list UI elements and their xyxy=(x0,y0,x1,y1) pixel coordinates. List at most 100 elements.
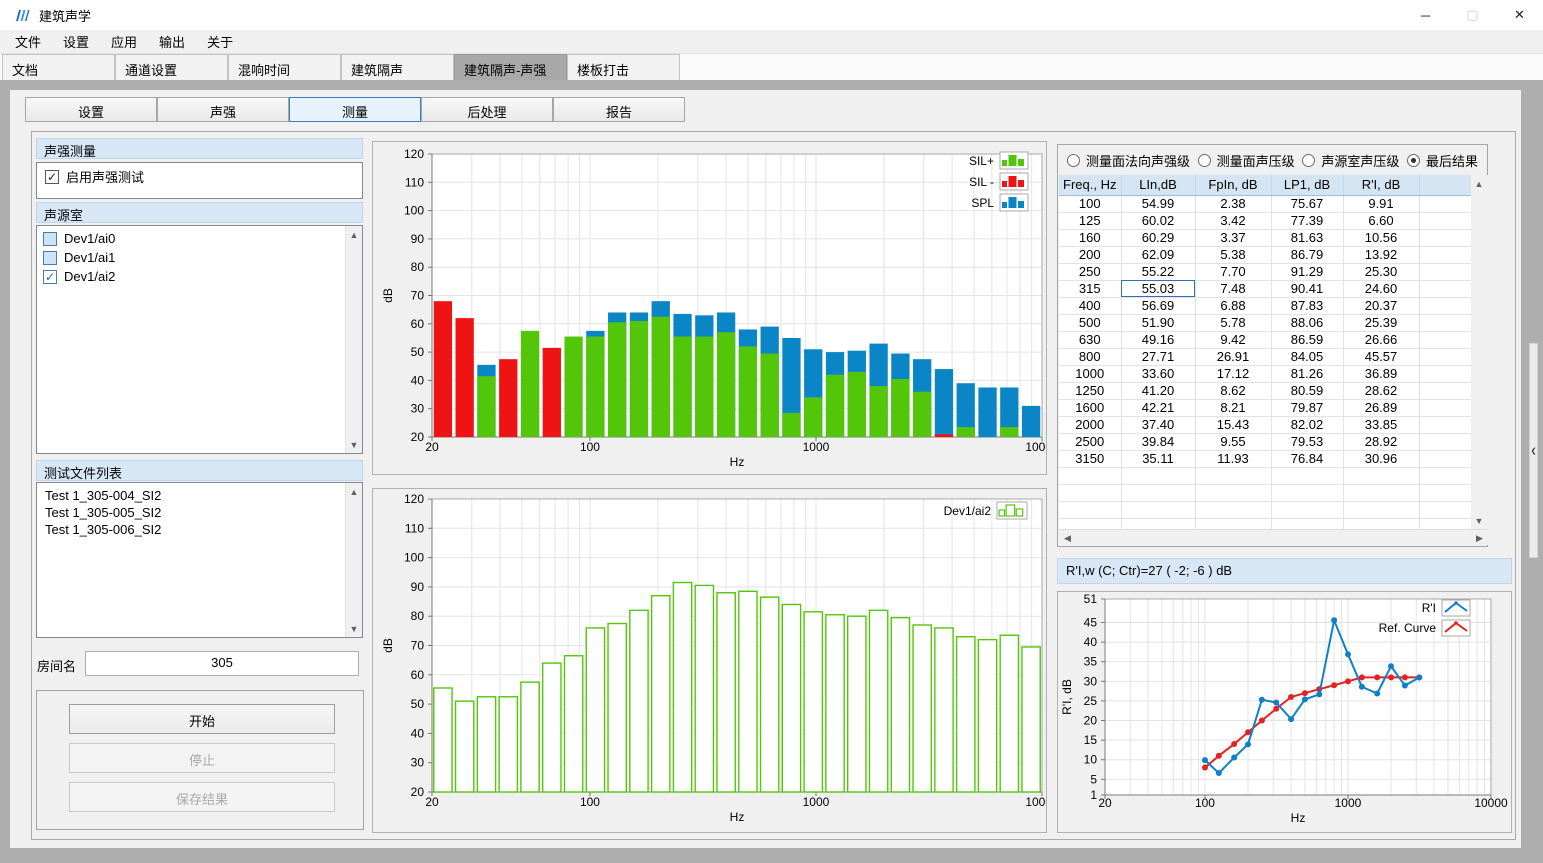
table-cell[interactable]: 77.39 xyxy=(1271,212,1343,229)
table-cell[interactable]: 27.71 xyxy=(1121,348,1195,365)
table-cell[interactable]: 8.21 xyxy=(1195,399,1271,416)
table-cell[interactable] xyxy=(1419,297,1471,314)
table-cell[interactable] xyxy=(1419,263,1471,280)
scroll-right-icon[interactable]: ▶ xyxy=(1471,530,1488,546)
table-cell[interactable]: 81.26 xyxy=(1271,365,1343,382)
table-cell[interactable]: 51.90 xyxy=(1121,314,1195,331)
radio-icon[interactable] xyxy=(1067,154,1080,167)
scroll-down-icon[interactable]: ▼ xyxy=(346,620,362,637)
table-cell[interactable]: 35.11 xyxy=(1121,450,1195,467)
table-cell[interactable]: 25.39 xyxy=(1343,314,1419,331)
table-cell[interactable]: 6.60 xyxy=(1343,212,1419,229)
table-cell[interactable]: 90.41 xyxy=(1271,280,1343,297)
table-cell[interactable]: 26.91 xyxy=(1195,348,1271,365)
table-cell[interactable]: 54.99 xyxy=(1121,195,1195,212)
table-cell[interactable]: 630 xyxy=(1059,331,1121,348)
table-cell[interactable]: 400 xyxy=(1059,297,1121,314)
table-cell[interactable]: 62.09 xyxy=(1121,246,1195,263)
tab-4[interactable]: 建筑隔声-声强 xyxy=(454,54,567,80)
tab-0[interactable]: 文档 xyxy=(2,54,115,80)
close-icon[interactable]: ✕ xyxy=(1496,0,1543,30)
table-cell[interactable]: 10.56 xyxy=(1343,229,1419,246)
table-cell[interactable]: 6.88 xyxy=(1195,297,1271,314)
table-cell[interactable] xyxy=(1419,365,1471,382)
table-cell[interactable]: 11.93 xyxy=(1195,450,1271,467)
table-cell[interactable]: 125 xyxy=(1059,212,1121,229)
radio-icon[interactable] xyxy=(1198,154,1211,167)
table-cell[interactable] xyxy=(1419,416,1471,433)
table-cell[interactable] xyxy=(1419,433,1471,450)
scroll-left-icon[interactable]: ◀ xyxy=(1059,530,1076,546)
table-cell[interactable]: 2000 xyxy=(1059,416,1121,433)
table-cell[interactable] xyxy=(1419,382,1471,399)
table-cell[interactable]: 55.03 xyxy=(1121,280,1195,297)
minimize-icon[interactable]: ─ xyxy=(1402,0,1449,30)
table-vertical-scrollbar[interactable]: ▲ ▼ xyxy=(1471,175,1488,529)
subtab-1[interactable]: 声强 xyxy=(157,97,289,122)
channel-checkbox[interactable] xyxy=(43,251,57,265)
scroll-up-icon[interactable]: ▲ xyxy=(346,226,362,243)
table-cell[interactable]: 5.78 xyxy=(1195,314,1271,331)
table-cell[interactable]: 37.40 xyxy=(1121,416,1195,433)
table-cell[interactable]: 25.30 xyxy=(1343,263,1419,280)
channel-checkbox[interactable] xyxy=(43,232,57,246)
table-cell[interactable]: 250 xyxy=(1059,263,1121,280)
start-button[interactable]: 开始 xyxy=(69,704,335,734)
table-cell[interactable]: 3.37 xyxy=(1195,229,1271,246)
table-cell[interactable]: 800 xyxy=(1059,348,1121,365)
table-cell[interactable]: 45.57 xyxy=(1343,348,1419,365)
table-cell[interactable]: 1600 xyxy=(1059,399,1121,416)
table-cell[interactable]: 7.70 xyxy=(1195,263,1271,280)
table-cell[interactable]: 39.84 xyxy=(1121,433,1195,450)
table-cell[interactable]: 9.42 xyxy=(1195,331,1271,348)
table-cell[interactable]: 60.02 xyxy=(1121,212,1195,229)
table-cell[interactable]: 315 xyxy=(1059,280,1121,297)
table-cell[interactable]: 15.43 xyxy=(1195,416,1271,433)
subtab-0[interactable]: 设置 xyxy=(25,97,157,122)
table-cell[interactable]: 33.85 xyxy=(1343,416,1419,433)
table-cell[interactable]: 9.91 xyxy=(1343,195,1419,212)
table-cell[interactable]: 3.42 xyxy=(1195,212,1271,229)
table-cell[interactable]: 500 xyxy=(1059,314,1121,331)
file-list-scrollbar[interactable]: ▲ ▼ xyxy=(345,483,362,637)
table-cell[interactable]: 79.53 xyxy=(1271,433,1343,450)
table-cell[interactable]: 2.38 xyxy=(1195,195,1271,212)
table-cell[interactable]: 80.59 xyxy=(1271,382,1343,399)
table-cell[interactable]: 13.92 xyxy=(1343,246,1419,263)
table-cell[interactable]: 28.62 xyxy=(1343,382,1419,399)
test-file-item-2[interactable]: Test 1_305-006_SI2 xyxy=(37,521,362,538)
menu-item-4[interactable]: 关于 xyxy=(196,29,244,54)
table-cell[interactable] xyxy=(1419,195,1471,212)
table-cell[interactable]: 88.06 xyxy=(1271,314,1343,331)
table-cell[interactable]: 17.12 xyxy=(1195,365,1271,382)
table-cell[interactable]: 1250 xyxy=(1059,382,1121,399)
table-cell[interactable]: 76.84 xyxy=(1271,450,1343,467)
result-radio-2[interactable]: 声源室声压级 xyxy=(1302,151,1399,170)
table-cell[interactable]: 26.66 xyxy=(1343,331,1419,348)
table-cell[interactable]: 75.67 xyxy=(1271,195,1343,212)
table-cell[interactable] xyxy=(1419,280,1471,297)
table-cell[interactable]: 26.89 xyxy=(1343,399,1419,416)
channel-list-scrollbar[interactable]: ▲ ▼ xyxy=(345,226,362,453)
table-cell[interactable]: 28.92 xyxy=(1343,433,1419,450)
table-cell[interactable]: 200 xyxy=(1059,246,1121,263)
table-cell[interactable]: 20.37 xyxy=(1343,297,1419,314)
table-cell[interactable] xyxy=(1419,331,1471,348)
menu-item-0[interactable]: 文件 xyxy=(4,29,52,54)
table-cell[interactable]: 82.02 xyxy=(1271,416,1343,433)
table-cell[interactable] xyxy=(1419,246,1471,263)
table-cell[interactable]: 2500 xyxy=(1059,433,1121,450)
table-cell[interactable]: 91.29 xyxy=(1271,263,1343,280)
menu-item-1[interactable]: 设置 xyxy=(52,29,100,54)
table-cell[interactable]: 100 xyxy=(1059,195,1121,212)
menu-item-3[interactable]: 输出 xyxy=(148,29,196,54)
table-cell[interactable]: 86.79 xyxy=(1271,246,1343,263)
table-cell[interactable]: 8.62 xyxy=(1195,382,1271,399)
table-cell[interactable]: 3150 xyxy=(1059,450,1121,467)
table-cell[interactable] xyxy=(1419,399,1471,416)
table-cell[interactable] xyxy=(1419,450,1471,467)
table-cell[interactable]: 160 xyxy=(1059,229,1121,246)
table-cell[interactable]: 60.29 xyxy=(1121,229,1195,246)
table-cell[interactable]: 36.89 xyxy=(1343,365,1419,382)
table-cell[interactable]: 9.55 xyxy=(1195,433,1271,450)
